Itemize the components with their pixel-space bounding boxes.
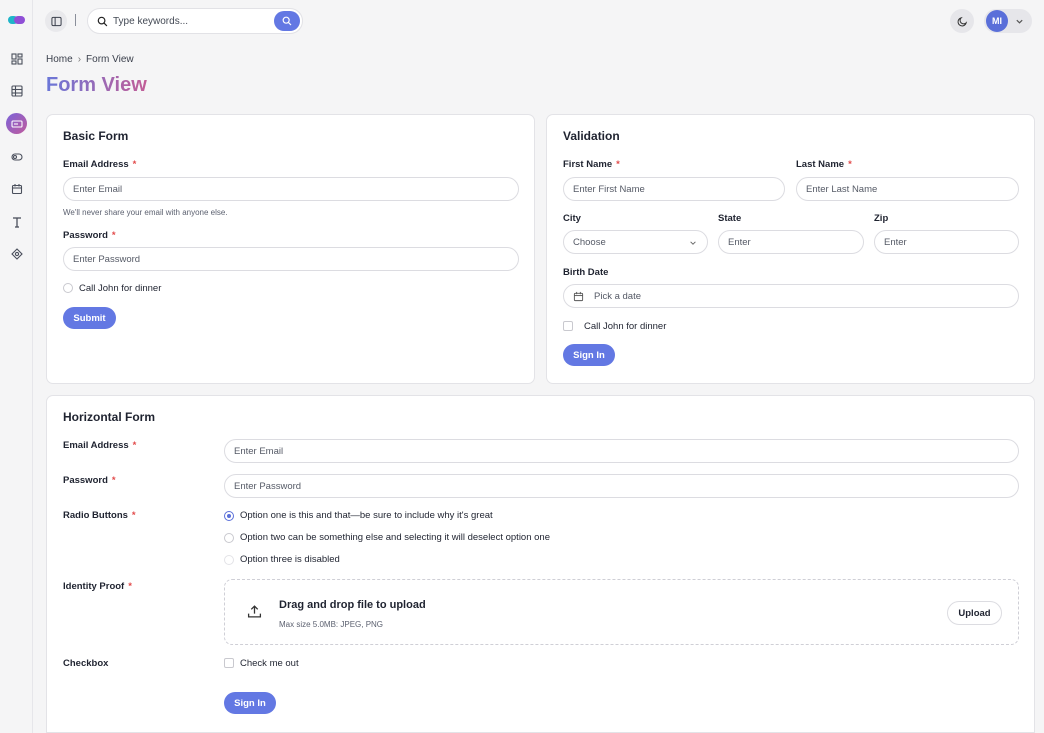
calendar-icon[interactable] <box>6 178 27 199</box>
last-name-label: Last Name * <box>796 159 852 170</box>
dropzone-title: Drag and drop file to upload <box>279 599 426 611</box>
state-label: State <box>718 213 742 224</box>
validation-card: Validation First Name* Last Name* City C… <box>546 114 1035 384</box>
state-field[interactable] <box>718 230 864 254</box>
password-field[interactable] <box>224 474 1019 498</box>
radio-option-three-label: Option three is disabled <box>240 554 340 565</box>
identity-proof-label: Identity Proof * <box>63 581 132 592</box>
email-label: Email Address * <box>63 159 137 170</box>
first-name-label: First Name * <box>563 159 620 170</box>
search-bar <box>87 8 303 34</box>
city-select-value: Choose <box>573 237 606 248</box>
form-icon[interactable] <box>6 113 27 134</box>
sidebar <box>0 0 33 733</box>
basic-form-card: Basic Form Email Address* We'll never sh… <box>46 114 535 384</box>
email-field[interactable] <box>224 439 1019 463</box>
first-name-field[interactable] <box>563 177 785 201</box>
sign-in-button[interactable]: Sign In <box>224 692 276 714</box>
search-button[interactable] <box>274 11 300 31</box>
topbar: MI <box>33 0 1044 42</box>
file-dropzone[interactable]: Drag and drop file to upload Max size 5.… <box>224 579 1019 645</box>
upload-icon <box>247 605 262 618</box>
birth-date-label: Birth Date <box>563 267 609 278</box>
calendar-icon <box>573 291 584 302</box>
password-label: Password * <box>63 475 116 486</box>
password-field[interactable] <box>63 247 519 271</box>
logo[interactable] <box>8 16 25 24</box>
components-icon[interactable] <box>6 243 27 264</box>
search-input[interactable] <box>113 13 263 29</box>
sign-in-button[interactable]: Sign In <box>563 344 615 366</box>
card-title: Validation <box>563 129 620 143</box>
horizontal-form-card: Horizontal Form Email Address* Password*… <box>46 395 1035 733</box>
radio-option-two[interactable] <box>224 533 234 543</box>
email-field[interactable] <box>63 177 519 201</box>
search-icon <box>282 16 292 26</box>
zip-label: Zip <box>874 213 889 224</box>
dashboard-icon[interactable] <box>6 48 27 69</box>
birth-date-picker[interactable]: Pick a date <box>563 284 1019 308</box>
upload-button[interactable]: Upload <box>947 601 1002 625</box>
password-label: Password * <box>63 230 116 241</box>
page-title: Form View <box>46 74 147 96</box>
search-icon <box>97 16 108 27</box>
table-icon[interactable] <box>6 80 27 101</box>
radio-option-one-label: Option one is this and that—be sure to i… <box>240 510 493 521</box>
chevron-down-icon <box>690 241 696 245</box>
check-me-out-checkbox[interactable] <box>224 658 234 668</box>
last-name-field[interactable] <box>796 177 1019 201</box>
sidebar-toggle-button[interactable] <box>45 10 67 32</box>
check-me-out-label: Check me out <box>240 658 299 669</box>
chevron-down-icon <box>1016 19 1023 24</box>
theme-toggle-button[interactable] <box>950 9 974 33</box>
email-hint: We'll never share your email with anyone… <box>63 208 228 217</box>
moon-icon <box>957 16 967 26</box>
radio-option-one[interactable] <box>224 511 234 521</box>
zip-field[interactable] <box>874 230 1019 254</box>
typography-icon[interactable] <box>6 211 27 232</box>
city-label: City <box>563 213 581 224</box>
dropzone-subtitle: Max size 5.0MB: JPEG, PNG <box>279 620 384 629</box>
breadcrumb-separator: › <box>77 54 82 65</box>
checkbox-section-label: Checkbox <box>63 658 109 669</box>
breadcrumb-home[interactable]: Home <box>46 54 73 65</box>
user-menu[interactable]: MI <box>984 9 1032 33</box>
radio-option-three <box>224 555 234 565</box>
sidebar-toggle-icon <box>50 16 62 26</box>
submit-button[interactable]: Submit <box>63 307 116 329</box>
call-john-radio[interactable] <box>63 283 73 293</box>
call-john-checkbox[interactable] <box>563 321 573 331</box>
email-label: Email Address * <box>63 440 137 451</box>
radio-option-two-label: Option two can be something else and sel… <box>240 532 550 543</box>
birth-date-placeholder: Pick a date <box>594 291 641 302</box>
card-title: Horizontal Form <box>63 410 155 424</box>
breadcrumb: Home › Form View <box>46 54 134 65</box>
topbar-divider <box>75 14 76 26</box>
call-john-label: Call John for dinner <box>79 283 162 294</box>
avatar: MI <box>986 10 1008 32</box>
radio-buttons-label: Radio Buttons * <box>63 510 136 521</box>
breadcrumb-current: Form View <box>86 54 134 65</box>
card-title: Basic Form <box>63 129 129 143</box>
toggle-icon[interactable] <box>6 146 27 167</box>
city-select[interactable]: Choose <box>563 230 708 254</box>
call-john-label: Call John for dinner <box>584 321 667 332</box>
